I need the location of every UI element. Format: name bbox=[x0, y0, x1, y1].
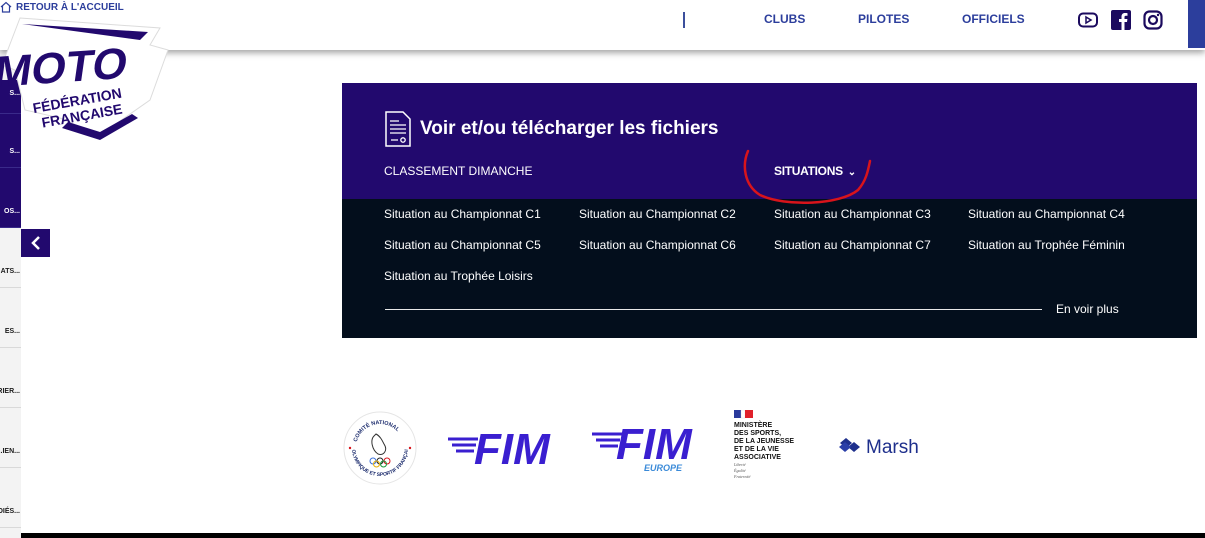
footer-bar bbox=[21, 533, 1205, 538]
sidebar-item-4[interactable]: ...ATS bbox=[0, 228, 21, 288]
situation-link-feminin[interactable]: Situation au Trophée Féminin bbox=[968, 238, 1125, 252]
situation-link-c2[interactable]: Situation au Championnat C2 bbox=[579, 207, 736, 221]
instagram-icon[interactable] bbox=[1143, 10, 1163, 30]
partner-fim-europe-logo[interactable]: FIM EUROPE bbox=[592, 417, 700, 475]
situation-link-c3[interactable]: Situation au Championnat C3 bbox=[774, 207, 931, 221]
ffm-logo[interactable]: MOTO FÉDÉRATION FRANÇAISE bbox=[0, 10, 170, 150]
svg-text:FIM: FIM bbox=[616, 420, 693, 469]
sidebar-item-7[interactable]: ...IEN... bbox=[0, 408, 21, 468]
svg-text:MINISTÈRE DES SPORTS,: MINISTÈRE DES SPORTS, DE LA JEUNESSE ET … bbox=[734, 420, 796, 461]
partner-fim-logo[interactable]: FIM bbox=[448, 422, 560, 474]
nav-officiels[interactable]: OFFICIELS bbox=[962, 12, 1025, 26]
divider bbox=[385, 309, 1042, 310]
header-edge-button[interactable] bbox=[1188, 0, 1205, 48]
files-panel: Voir et/ou télécharger les fichiers CLAS… bbox=[342, 83, 1197, 338]
situation-link-c5[interactable]: Situation au Championnat C5 bbox=[384, 238, 541, 252]
tab-classement-dimanche[interactable]: CLASSEMENT DIMANCHE bbox=[384, 164, 532, 178]
facebook-icon[interactable] bbox=[1111, 10, 1131, 30]
partner-marsh-logo[interactable]: Marsh bbox=[838, 433, 930, 461]
nav-clubs[interactable]: CLUBS bbox=[764, 12, 805, 26]
svg-text:Liberté Égalité Fr: Liberté Égalité Fraternité bbox=[734, 462, 751, 479]
nav-separator bbox=[683, 12, 685, 28]
document-icon bbox=[385, 111, 411, 147]
situation-link-c6[interactable]: Situation au Championnat C6 bbox=[579, 238, 736, 252]
svg-text:FIM: FIM bbox=[474, 425, 551, 470]
situation-link-c4[interactable]: Situation au Championnat C4 bbox=[968, 207, 1125, 221]
youtube-icon[interactable] bbox=[1078, 10, 1098, 30]
situation-link-c1[interactable]: Situation au Championnat C1 bbox=[384, 207, 541, 221]
sidebar-item-8[interactable]: ...DIÉS bbox=[0, 468, 21, 528]
situations-dropdown: Situation au Championnat C1 Situation au… bbox=[342, 199, 1197, 338]
partner-cnosf-logo[interactable]: COMITÉ NATIONAL OLYMPIQUE ET SPORTIF FRA… bbox=[340, 406, 418, 486]
files-panel-header: Voir et/ou télécharger les fichiers CLAS… bbox=[342, 83, 1197, 199]
situation-link-loisirs[interactable]: Situation au Trophée Loisirs bbox=[384, 269, 533, 283]
sidebar-item-5[interactable]: ...ES bbox=[0, 288, 21, 348]
chevron-down-icon: ⌄ bbox=[847, 167, 856, 178]
files-panel-title: Voir et/ou télécharger les fichiers bbox=[420, 118, 719, 139]
sidebar-item-6[interactable]: ...RIER bbox=[0, 348, 21, 408]
sidebar-item-3[interactable]: ...OS bbox=[0, 168, 21, 228]
sidebar-collapse-button[interactable] bbox=[21, 229, 50, 257]
svg-text:Marsh: Marsh bbox=[866, 437, 919, 458]
top-header: RETOUR À L'ACCUEIL CLUBS PILOTES OFFICIE… bbox=[0, 0, 1205, 50]
see-more-link[interactable]: En voir plus bbox=[1056, 302, 1119, 316]
partner-ministere-logo[interactable]: MINISTÈRE DES SPORTS, DE LA JEUNESSE ET … bbox=[733, 409, 804, 482]
svg-text:EUROPE: EUROPE bbox=[644, 463, 683, 473]
tab-situations[interactable]: SITUATIONS ⌄ bbox=[774, 164, 856, 178]
chevron-left-icon bbox=[30, 236, 40, 250]
nav-pilotes[interactable]: PILOTES bbox=[858, 12, 909, 26]
situation-link-c7[interactable]: Situation au Championnat C7 bbox=[774, 238, 931, 252]
